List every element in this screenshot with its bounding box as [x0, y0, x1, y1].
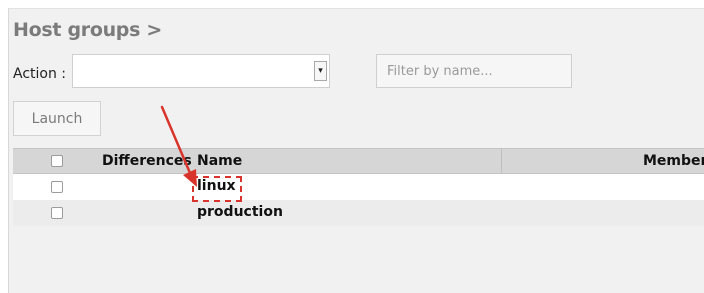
page-title[interactable]: Host groups >	[13, 19, 162, 41]
action-label: Action :	[13, 66, 67, 82]
host-group-name[interactable]: production	[197, 204, 283, 220]
table-header: Differences Name Members	[13, 148, 704, 174]
table-row[interactable]: production	[13, 200, 704, 226]
column-divider	[501, 149, 502, 173]
action-select[interactable]: ▾	[72, 54, 330, 88]
row-checkbox[interactable]	[51, 207, 63, 219]
dropdown-arrow-icon[interactable]: ▾	[314, 61, 327, 81]
filter-by-name-input[interactable]	[376, 54, 572, 88]
launch-button[interactable]: Launch	[13, 101, 101, 136]
select-all-checkbox[interactable]	[51, 155, 63, 167]
table-row[interactable]: linux	[13, 174, 704, 200]
column-header-members[interactable]: Members	[643, 153, 704, 169]
annotation-arrow-icon	[160, 105, 197, 187]
row-checkbox[interactable]	[51, 181, 63, 193]
host-groups-table: Differences Name Members linux productio…	[13, 148, 704, 226]
